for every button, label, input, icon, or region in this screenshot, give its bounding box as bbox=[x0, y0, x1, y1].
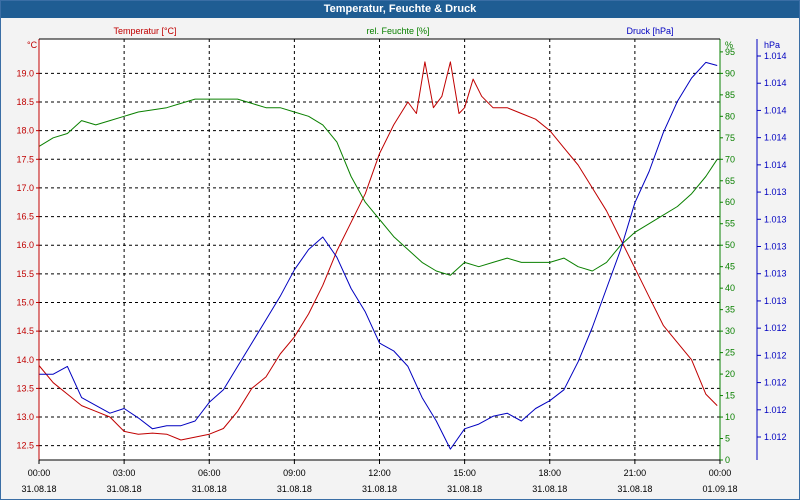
y-tick-label-humidity: 0 bbox=[725, 455, 730, 465]
x-tick-label-time: 09:00 bbox=[283, 468, 306, 478]
y-tick-label-humidity: 45 bbox=[725, 262, 735, 272]
y-tick-label-humidity: 90 bbox=[725, 68, 735, 78]
y-tick-label-humidity: 85 bbox=[725, 90, 735, 100]
y-tick-label-temperature: 13.5 bbox=[16, 383, 34, 393]
y-tick-label-humidity: 15 bbox=[725, 391, 735, 401]
y-tick-label-pressure: 1.012 bbox=[764, 323, 787, 333]
y-tick-label-humidity: 35 bbox=[725, 305, 735, 315]
x-tick-label-date: 31.08.18 bbox=[362, 484, 397, 494]
y-tick-label-pressure: 1.013 bbox=[764, 269, 787, 279]
y-tick-label-temperature: 18.0 bbox=[16, 126, 34, 136]
y-tick-label-temperature: 17.5 bbox=[16, 154, 34, 164]
series-label-temperature: Temperatur [°C] bbox=[113, 26, 176, 36]
x-tick-label-date: 31.08.18 bbox=[447, 484, 482, 494]
x-tick-label-date: 31.08.18 bbox=[532, 484, 567, 494]
x-tick-label-date: 31.08.18 bbox=[21, 484, 56, 494]
x-tick-label-date: 31.08.18 bbox=[617, 484, 652, 494]
y-tick-label-temperature: 12.5 bbox=[16, 441, 34, 451]
x-tick-label-time: 12:00 bbox=[368, 468, 391, 478]
y-tick-label-temperature: 14.0 bbox=[16, 355, 34, 365]
x-tick-label-time: 06:00 bbox=[198, 468, 221, 478]
x-tick-label-time: 18:00 bbox=[538, 468, 561, 478]
y-tick-label-humidity: 30 bbox=[725, 326, 735, 336]
y-tick-label-pressure: 1.012 bbox=[764, 432, 787, 442]
y-tick-label-pressure: 1.013 bbox=[764, 242, 787, 252]
x-tick-label-time: 03:00 bbox=[113, 468, 136, 478]
y-tick-label-pressure: 1.012 bbox=[764, 378, 787, 388]
y-tick-label-humidity: 25 bbox=[725, 348, 735, 358]
y-tick-label-temperature: 19.0 bbox=[16, 68, 34, 78]
y-tick-label-temperature: 16.5 bbox=[16, 212, 34, 222]
x-tick-label-date: 31.08.18 bbox=[107, 484, 142, 494]
y-tick-label-pressure: 1.014 bbox=[764, 51, 787, 61]
y-tick-label-humidity: 20 bbox=[725, 369, 735, 379]
x-tick-label-time: 15:00 bbox=[453, 468, 476, 478]
x-tick-label-time: 00:00 bbox=[28, 468, 51, 478]
series-label-pressure: Druck [hPa] bbox=[626, 26, 673, 36]
x-tick-label-time: 00:00 bbox=[709, 468, 732, 478]
y-tick-label-humidity: 40 bbox=[725, 283, 735, 293]
y-tick-label-pressure: 1.014 bbox=[764, 133, 787, 143]
y-tick-label-pressure: 1.013 bbox=[764, 296, 787, 306]
y-tick-label-humidity: 60 bbox=[725, 197, 735, 207]
y-axis-unit-pressure: hPa bbox=[764, 40, 780, 50]
y-tick-label-humidity: 65 bbox=[725, 176, 735, 186]
y-tick-label-pressure: 1.014 bbox=[764, 78, 787, 88]
x-tick-label-date: 31.08.18 bbox=[192, 484, 227, 494]
y-tick-label-pressure: 1.014 bbox=[764, 105, 787, 115]
series-label-humidity: rel. Feuchte [%] bbox=[366, 26, 429, 36]
y-tick-label-temperature: 18.5 bbox=[16, 97, 34, 107]
y-tick-label-pressure: 1.012 bbox=[764, 350, 787, 360]
y-tick-label-temperature: 17.0 bbox=[16, 183, 34, 193]
y-tick-label-pressure: 1.013 bbox=[764, 214, 787, 224]
y-tick-label-pressure: 1.013 bbox=[764, 187, 787, 197]
y-tick-label-temperature: 13.0 bbox=[16, 412, 34, 422]
y-tick-label-temperature: 16.0 bbox=[16, 240, 34, 250]
y-axis-unit-humidity: % bbox=[725, 40, 733, 50]
y-tick-label-temperature: 14.5 bbox=[16, 326, 34, 336]
y-tick-label-humidity: 70 bbox=[725, 154, 735, 164]
y-tick-label-humidity: 5 bbox=[725, 434, 730, 444]
y-tick-label-humidity: 55 bbox=[725, 219, 735, 229]
y-tick-label-pressure: 1.014 bbox=[764, 160, 787, 170]
y-tick-label-pressure: 1.012 bbox=[764, 405, 787, 415]
x-tick-label-date: 01.09.18 bbox=[702, 484, 737, 494]
y-tick-label-temperature: 15.5 bbox=[16, 269, 34, 279]
x-tick-label-date: 31.08.18 bbox=[277, 484, 312, 494]
y-tick-label-humidity: 50 bbox=[725, 240, 735, 250]
y-tick-label-humidity: 10 bbox=[725, 412, 735, 422]
y-tick-label-humidity: 75 bbox=[725, 133, 735, 143]
x-tick-label-time: 21:00 bbox=[624, 468, 647, 478]
y-tick-label-humidity: 80 bbox=[725, 111, 735, 121]
y-tick-label-temperature: 15.0 bbox=[16, 297, 34, 307]
chart-canvas: 00:00 31.08.18 03:00 31.08.18 06:00 31.08.18 0… bbox=[16, 26, 787, 494]
y-axis-unit-temperature: °C bbox=[27, 40, 38, 50]
